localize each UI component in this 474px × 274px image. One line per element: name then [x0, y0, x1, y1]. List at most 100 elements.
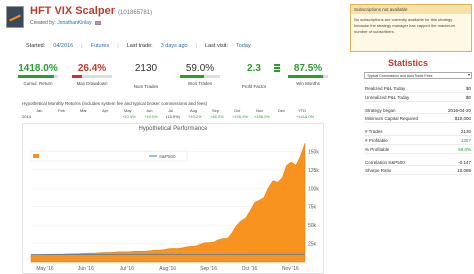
subscriptions-text: No subscriptions are currently available… [354, 17, 455, 34]
stat-value: $0 [465, 94, 471, 100]
stat-value: 10.086 [457, 168, 471, 174]
month-return: +19.0% [144, 114, 158, 119]
system-title: HFT VIX Scalper (101865781) [30, 5, 152, 17]
metric-win-months: 87.5% Win Months [284, 62, 332, 92]
x-tick-label: May '16 [36, 266, 54, 272]
month-header: Dec [278, 108, 286, 113]
metric-bar-fill [288, 75, 323, 78]
month-header: Feb [58, 108, 65, 113]
subscriptions-notice: Subscriptions not available No subscript… [350, 4, 472, 52]
month-return: +196.4% [232, 114, 248, 119]
y-tick-label: 100k [308, 186, 319, 192]
metric-value: 2130 [134, 63, 158, 74]
last-trade-label: Last trade: [126, 43, 153, 49]
last-trade-value[interactable]: 3 days ago [161, 43, 188, 49]
month-header: Jun [146, 108, 153, 113]
y-tick-label: 50k [308, 223, 317, 229]
x-tick-label: Jul '16 [120, 266, 135, 272]
metric-value: 1418.0% [18, 63, 58, 74]
stat-label: Correlation S&P500 [365, 159, 405, 165]
legend-label-benchmark: S&P500 [159, 154, 176, 159]
metric-profit-factor: 2.3 Profit Factor [230, 62, 280, 92]
x-tick-label: Jun '16 [78, 266, 94, 272]
stat-value: 59.0% [458, 146, 471, 152]
stat-row: # Profitable 1257 [364, 136, 472, 145]
stat-value: 2130 [460, 129, 471, 135]
metric-num-trades: 2130 Num Trades [122, 62, 170, 92]
fee-mode-select[interactable]: Typical Commission and AutoTrade Fees [364, 72, 472, 79]
year-label: 2014 [22, 114, 31, 119]
metric-value: 26.4% [77, 63, 107, 74]
performance-chart[interactable]: Hypothetical Performance 150k 125k 100k 75k… [22, 123, 324, 274]
month-header: YTD [298, 108, 306, 113]
started-value[interactable]: 04/2016 [53, 43, 73, 49]
month-header: Oct [234, 108, 241, 113]
stat-label: Minimum Capital Required [365, 116, 419, 122]
stat-value: 1257 [460, 137, 471, 143]
y-tick-label: 75k [308, 205, 317, 211]
month-header: May [124, 108, 132, 113]
month-header: Jul [168, 108, 174, 113]
monthly-returns-row: 2014 +10.5% +19.0% (13.0%) +43.2% +46.2% +196… [22, 114, 318, 120]
metric-label: Num Trades [133, 84, 159, 89]
stat-row: % Profitable 59.0% [364, 145, 472, 154]
stat-row: Unrealized P&L Today $0 [364, 93, 472, 102]
metric-bar-fill [72, 75, 83, 78]
last-visit-value[interactable]: Today [236, 43, 251, 49]
stat-value: $10,000 [454, 116, 471, 122]
stat-row: Correlation S&P500 -0.147 [364, 158, 472, 167]
month-return: +43.2% [188, 114, 202, 119]
system-id: (101865781) [118, 10, 153, 16]
monthly-returns-table: Jan Feb Mar Apr May Jun Jul Aug Sep Oct Nov Dec YTD … [22, 108, 318, 120]
creator-link[interactable]: JonathanKinlay [57, 20, 91, 26]
system-header: HFT VIX Scalper (101865781) Created by: … [0, 0, 330, 36]
month-return: +1418.0% [296, 114, 315, 119]
month-header: Aug [190, 108, 198, 113]
last-visit-label: Last visit: [205, 43, 228, 49]
month-return: +46.2% [210, 114, 224, 119]
metric-value: 2.3 [247, 63, 261, 74]
month-return: +196.0% [254, 114, 270, 119]
stat-label: % Profitable [365, 146, 390, 152]
month-header: Jan [36, 108, 43, 113]
metric-bar [180, 75, 220, 78]
stat-row: Strategy began 2016-04-20 [364, 106, 472, 115]
stat-label: # Trades [365, 129, 383, 135]
divider: | [81, 43, 83, 49]
chart-canvas: 150k 125k 100k 75k 50k 25k May '16 Jun '16 Jul '… [30, 143, 319, 272]
x-tick-label: Sep '16 [200, 266, 217, 272]
metric-bar-fill [18, 75, 54, 78]
stat-value: -0.147 [458, 159, 471, 165]
x-tick-label: Aug '16 [159, 266, 176, 272]
divider: | [195, 43, 198, 49]
stat-label: Realized P&L Today [365, 86, 406, 91]
x-tick-label: Oct '16 [242, 266, 258, 272]
statistics-title: Statistics [387, 58, 429, 68]
dates-bar: Started: 04/2016 | Futures | Last trade:… [26, 40, 316, 52]
metric-label: Won Trades [187, 81, 213, 86]
month-return: (13.0%) [166, 114, 181, 119]
metric-label: Win Months [296, 81, 320, 86]
metric-bar [288, 75, 328, 78]
system-name: HFT VIX Scalper [30, 5, 115, 17]
metric-value: 87.5% [293, 63, 323, 74]
divider: | [117, 43, 119, 49]
stat-label: Sharpe Ratio [365, 168, 392, 174]
stat-value: $0 [465, 86, 471, 91]
legend-swatch-system [33, 154, 39, 158]
month-header: Nov [256, 108, 264, 113]
metric-bar-fill [180, 75, 204, 78]
system-thumbnail[interactable] [6, 6, 24, 28]
metric-bar [72, 75, 112, 78]
right-panel: Subscriptions not available No subscript… [342, 0, 474, 274]
month-header: Apr [102, 108, 109, 113]
metric-bar [18, 75, 58, 78]
metric-cumul-return: 1418.0% Cumul. Return [14, 62, 62, 92]
statistics-table: Realized P&L Today $0 Unrealized P&L Today… [364, 84, 472, 176]
metric-value: 59.0% [185, 63, 215, 74]
creator-prefix: Created by: [30, 20, 56, 26]
metric-max-drawdown: 26.4% Max Drawdown [68, 62, 116, 92]
stat-label: Unrealized P&L Today [365, 94, 410, 100]
category-link[interactable]: Futures [91, 43, 110, 49]
us-flag-icon [94, 20, 101, 25]
